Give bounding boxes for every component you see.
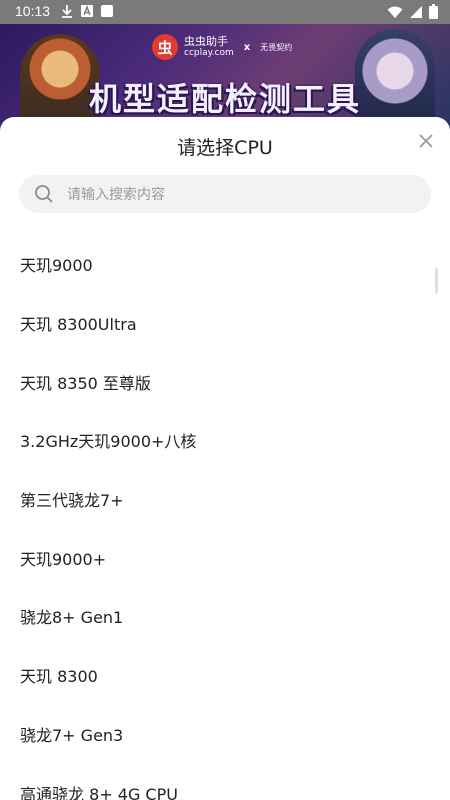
close-icon[interactable] [416, 131, 436, 151]
a-badge-icon [81, 5, 93, 17]
list-item[interactable]: 天玑 8300 [0, 646, 450, 705]
banner-title: 机型适配检测工具 [88, 80, 361, 118]
search-input[interactable] [65, 175, 419, 215]
list-item[interactable]: 3.2GHz天玑9000+八核 [0, 411, 450, 470]
list-item[interactable]: 天玑9000 [0, 235, 450, 294]
list-item[interactable]: 骁龙7+ Gen3 [0, 705, 450, 764]
cpu-select-sheet: 请选择CPU 天玑9000 天玑 8300Ultra 天玑 8350 至尊版 3… [0, 117, 450, 800]
status-icons-left [60, 4, 114, 18]
download-icon [62, 5, 72, 18]
banner-logo: 虫 虫虫助手 ccplay.com x 无畏契约 [152, 34, 292, 60]
banner-partner: 无畏契约 [260, 42, 293, 52]
list-item[interactable]: 天玑 8350 至尊版 [0, 352, 450, 411]
battery-icon [429, 4, 438, 19]
search-bar[interactable] [19, 175, 431, 215]
banner-separator: x [243, 41, 251, 53]
square-icon [101, 5, 113, 17]
list-item[interactable]: 天玑9000+ [0, 528, 450, 587]
list-item[interactable]: 高通骁龙 8+ 4G CPU [0, 763, 450, 800]
banner-brand: 虫虫助手 ccplay.com [184, 35, 234, 59]
status-time: 10:13 [15, 3, 51, 19]
list-item[interactable]: 第三代骁龙7+ [0, 470, 450, 529]
search-icon [35, 185, 53, 203]
signal-icon [410, 5, 422, 18]
status-icons-right [387, 4, 438, 19]
cpu-list: 天玑9000 天玑 8300Ultra 天玑 8350 至尊版 3.2GHz天玑… [0, 235, 450, 800]
list-item[interactable]: 天玑 8300Ultra [0, 294, 450, 353]
wifi-icon [387, 6, 403, 18]
sheet-title: 请选择CPU [177, 137, 273, 159]
list-item[interactable]: 骁龙8+ Gen1 [0, 587, 450, 646]
banner-brand-name: 虫虫助手 [184, 35, 228, 48]
ccplay-logo-icon: 虫 [152, 34, 178, 60]
banner-brand-domain: ccplay.com [184, 48, 234, 58]
status-bar: 10:13 [0, 0, 450, 24]
